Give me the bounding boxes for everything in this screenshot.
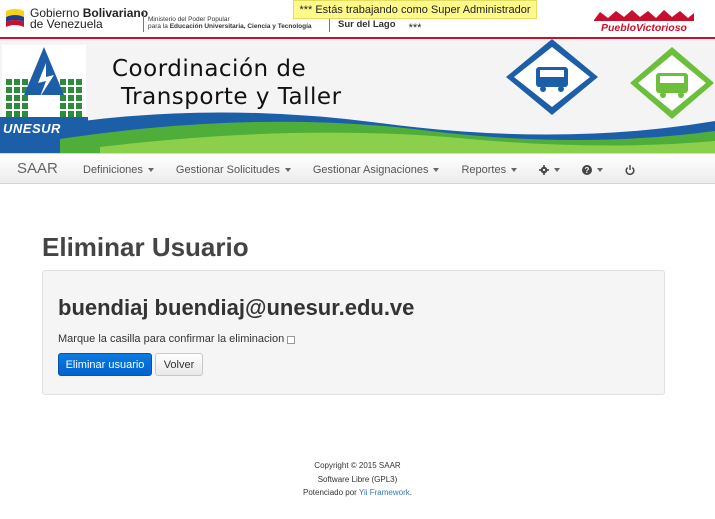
question-icon: ? [582,164,593,175]
powered-suffix: . [409,488,412,497]
gov-name-line2: de Venezuela [30,17,103,31]
caret-down-icon [433,167,440,172]
menu-label: Definiciones [83,163,143,176]
banner-title: Coordinación de Transporte y Taller [112,55,342,111]
delete-user-panel: buendiaj buendiaj@unesur.edu.ve Marque l… [42,270,665,395]
menu-gestionar-asignaciones[interactable]: Gestionar Asignaciones [302,154,451,185]
ministry-name: Ministerio del Poder Popular para la Edu… [148,16,312,30]
confirm-checkbox[interactable] [287,336,296,344]
pueblo-logo-text: PuebloVictorioso [601,22,687,34]
menu-settings[interactable] [528,154,571,185]
menu-label: Reportes [461,163,507,176]
nav-menu: Definiciones Gestionar Solicitudes Gesti… [72,154,646,185]
menu-reportes[interactable]: Reportes [450,154,528,185]
caret-down-icon [554,167,561,172]
main-navbar: SAAR Definiciones Gestionar Solicitudes … [0,153,715,184]
navbar-brand[interactable]: SAAR [17,160,58,177]
caret-down-icon [597,167,604,172]
logout-button[interactable] [614,154,646,185]
ministry-line2-bold: Educación Universitaria, Ciencia y Tecno… [169,23,312,30]
menu-label: Gestionar Solicitudes [175,163,280,176]
gov-header: Gobierno Bolivariano de Venezuela Minist… [0,0,715,39]
confirm-label: Marque la casilla para confirmar la elim… [58,333,285,345]
caret-down-icon [147,167,154,172]
menu-label: Gestionar Asignaciones [312,163,429,176]
footer-copyright: Copyright © 2015 SAAR [314,461,401,470]
menu-gestionar-solicitudes[interactable]: Gestionar Solicitudes [165,154,302,185]
site-banner: Coordinación de Transporte y Taller UNES… [0,39,715,153]
footer-powered: Potenciado por Yii Framework. [0,486,715,500]
caret-down-icon [284,167,291,172]
ministry-line1: Ministerio del Poder Popular [148,16,230,23]
gear-icon [539,164,550,175]
divider [143,10,144,32]
gov-name: Gobierno Bolivariano de Venezuela [30,7,148,31]
menu-definiciones[interactable]: Definiciones [72,154,165,185]
banner-background [0,39,715,153]
svg-text:?: ? [585,166,590,175]
powered-prefix: Potenciado por [303,488,359,497]
banner-title-line1: Coordinación de [112,56,307,82]
page-title: Eliminar Usuario [42,232,249,262]
yii-framework-link[interactable]: Yii Framework [359,488,410,497]
menu-help[interactable]: ? [571,154,614,185]
delete-user-button[interactable]: Eliminar usuario [58,353,152,376]
caret-down-icon [511,167,518,172]
banner-title-line2: Transporte y Taller [121,84,342,110]
user-heading: buendiaj buendiaj@unesur.edu.ve [58,295,415,320]
unesur-logo-text: UNESUR [3,121,61,136]
back-button[interactable]: Volver [155,353,203,376]
admin-notice: *** Estás trabajando como Super Administ… [293,0,537,34]
region-name: Sur del Lago [338,19,396,30]
venezuela-flag-icon [6,9,24,27]
footer: Copyright © 2015 SAAR Software Libre (GP… [0,459,715,500]
footer-license: Software Libre (GPL3) [317,474,398,484]
power-icon [625,164,635,175]
confirm-row: Marque la casilla para confirmar la elim… [58,333,296,345]
ministry-line2: para la [148,23,170,30]
